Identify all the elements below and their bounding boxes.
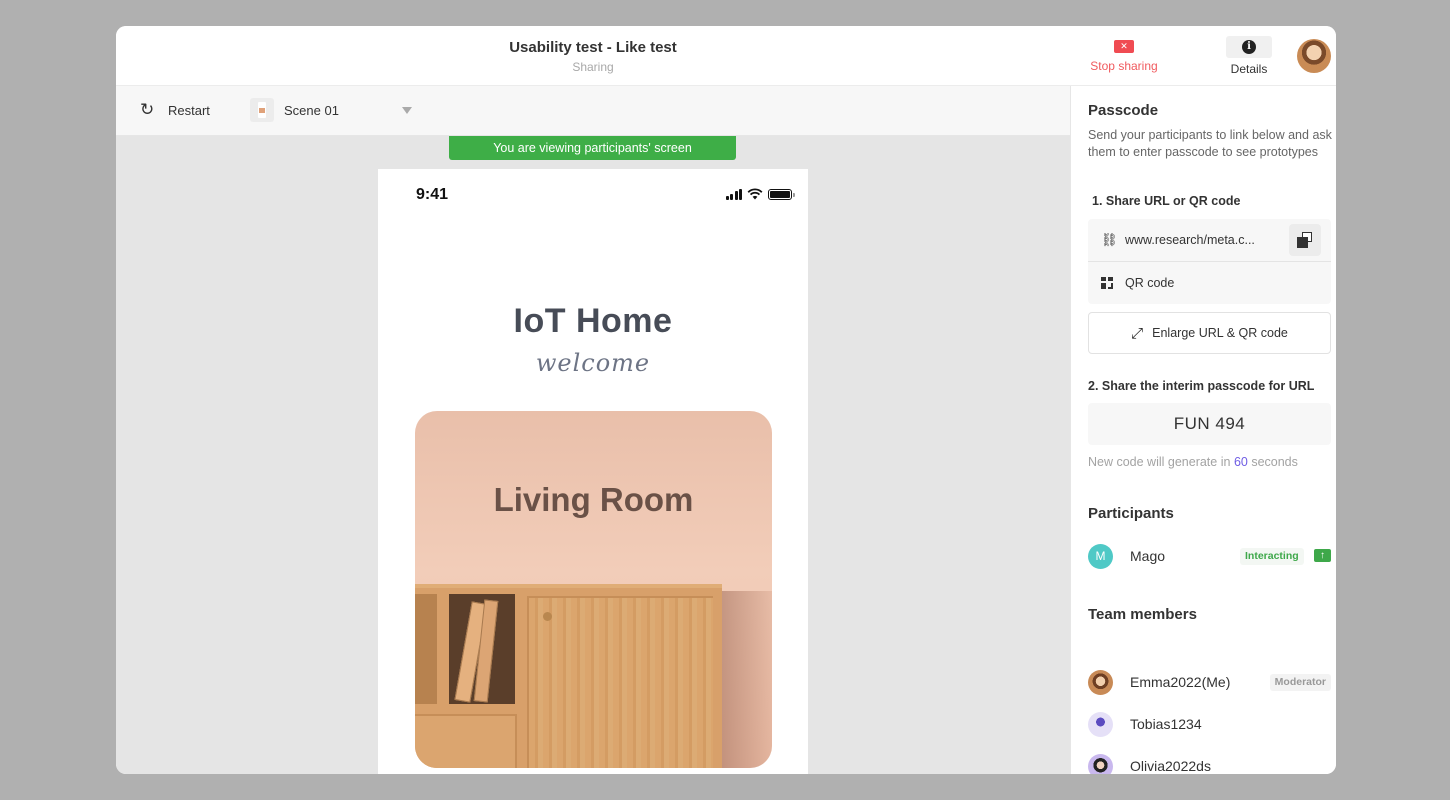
page-title: Usability test - Like test bbox=[509, 39, 677, 56]
passcode-description: Send your participants to link below and… bbox=[1088, 128, 1332, 159]
avatar bbox=[1088, 669, 1113, 695]
restart-icon: ↻ bbox=[140, 100, 155, 119]
participant-name: Mago bbox=[1130, 548, 1166, 564]
user-avatar[interactable] bbox=[1297, 39, 1331, 73]
share-url: www.research/meta.c... bbox=[1125, 233, 1255, 247]
details-icon-wrap: i bbox=[1226, 36, 1272, 58]
close-icon: ✕ bbox=[1114, 40, 1134, 53]
member-name: Olivia2022ds bbox=[1130, 758, 1211, 774]
stop-sharing-label: Stop sharing bbox=[1090, 59, 1158, 73]
app-title: IoT Home bbox=[513, 302, 673, 340]
avatar bbox=[1088, 753, 1113, 774]
header-bar: Usability test - Like test Sharing ✕ Sto… bbox=[116, 26, 1336, 86]
toolbar: ↻ Restart Scene 01 bbox=[116, 86, 1070, 136]
enlarge-label: Enlarge URL & QR code bbox=[1152, 326, 1288, 340]
prototype-canvas: You are viewing participants' screen 9:4… bbox=[116, 136, 1070, 774]
title-block: Usability test - Like test Sharing bbox=[116, 39, 1070, 74]
info-icon: i bbox=[1242, 40, 1256, 54]
team-member-row: Tobias1234 bbox=[1088, 711, 1331, 737]
qr-code-label: QR code bbox=[1125, 276, 1175, 290]
cabinet-image bbox=[415, 584, 722, 768]
scene-dropdown[interactable]: Scene 01 bbox=[250, 97, 412, 123]
sharing-status: Sharing bbox=[572, 60, 614, 74]
living-room-card[interactable]: Living Room bbox=[415, 411, 772, 768]
role-badge: Moderator bbox=[1269, 674, 1331, 691]
signal-icon bbox=[725, 189, 742, 200]
participant-row: M Mago Interacting ↑ bbox=[1088, 543, 1331, 569]
timer-seconds: 60 bbox=[1233, 455, 1248, 469]
restart-label: Restart bbox=[168, 102, 210, 118]
copy-icon-front bbox=[1297, 237, 1308, 248]
passcode-value: FUN 494 bbox=[1088, 403, 1331, 445]
room-title: Living Room bbox=[493, 481, 694, 518]
wifi-icon bbox=[747, 188, 763, 200]
avatar bbox=[1088, 711, 1113, 737]
enlarge-url-qr-button[interactable]: ⤢ Enlarge URL & QR code bbox=[1088, 312, 1331, 354]
status-badge: Interacting bbox=[1240, 548, 1304, 565]
copy-url-button[interactable] bbox=[1289, 224, 1321, 256]
passcode-heading: Passcode bbox=[1088, 102, 1159, 119]
restart-button[interactable]: ↻ Restart bbox=[140, 101, 210, 119]
details-button[interactable]: i Details bbox=[1226, 36, 1272, 76]
cabinet-door bbox=[527, 596, 713, 768]
cabinet-shadow bbox=[720, 591, 772, 768]
chevron-down-icon bbox=[402, 107, 412, 114]
step2-label: 2. Share the interim passcode for URL bbox=[1088, 379, 1315, 393]
participant-avatar: M bbox=[1088, 543, 1113, 569]
status-time: 9:41 bbox=[416, 186, 449, 203]
drawer bbox=[415, 714, 517, 768]
team-member-row: Olivia2022ds bbox=[1088, 753, 1331, 774]
app-subtitle: welcome bbox=[535, 349, 651, 377]
expand-icon: ⤢ bbox=[1131, 324, 1144, 342]
team-member-row: Emma2022(Me) Moderator bbox=[1088, 669, 1331, 695]
code-timer: New code will generate in 60 seconds bbox=[1088, 455, 1298, 469]
step1-label: 1. Share URL or QR code bbox=[1092, 194, 1241, 208]
timer-suffix: seconds bbox=[1251, 455, 1298, 469]
battery-icon bbox=[768, 189, 795, 200]
share-box: ⛓ www.research/meta.c... QR code bbox=[1088, 219, 1331, 304]
status-icons bbox=[725, 188, 795, 200]
member-name: Emma2022(Me) bbox=[1130, 674, 1231, 690]
member-name: Tobias1234 bbox=[1130, 716, 1202, 732]
participants-heading: Participants bbox=[1088, 505, 1174, 522]
side-panel: Passcode Send your participants to link … bbox=[1070, 86, 1336, 774]
scene-label: Scene 01 bbox=[284, 102, 339, 118]
cubby bbox=[415, 594, 437, 704]
viewing-banner: You are viewing participants' screen bbox=[449, 136, 736, 160]
app-window: Usability test - Like test Sharing ✕ Sto… bbox=[116, 26, 1336, 774]
qr-code-row[interactable]: QR code bbox=[1088, 262, 1331, 304]
stop-sharing-button[interactable]: ✕ Stop sharing bbox=[1086, 38, 1162, 73]
details-label: Details bbox=[1230, 62, 1268, 76]
phone-screen: 9:41 IoT Home welcome Living Room bbox=[378, 169, 808, 774]
qr-code-icon bbox=[1101, 277, 1113, 289]
link-icon: ⛓ bbox=[1101, 232, 1118, 247]
door-knob bbox=[543, 612, 552, 621]
team-heading: Team members bbox=[1088, 606, 1197, 623]
arrow-up-icon[interactable]: ↑ bbox=[1314, 549, 1331, 562]
scene-thumbnail bbox=[250, 98, 274, 122]
timer-prefix: New code will generate in bbox=[1088, 455, 1231, 469]
